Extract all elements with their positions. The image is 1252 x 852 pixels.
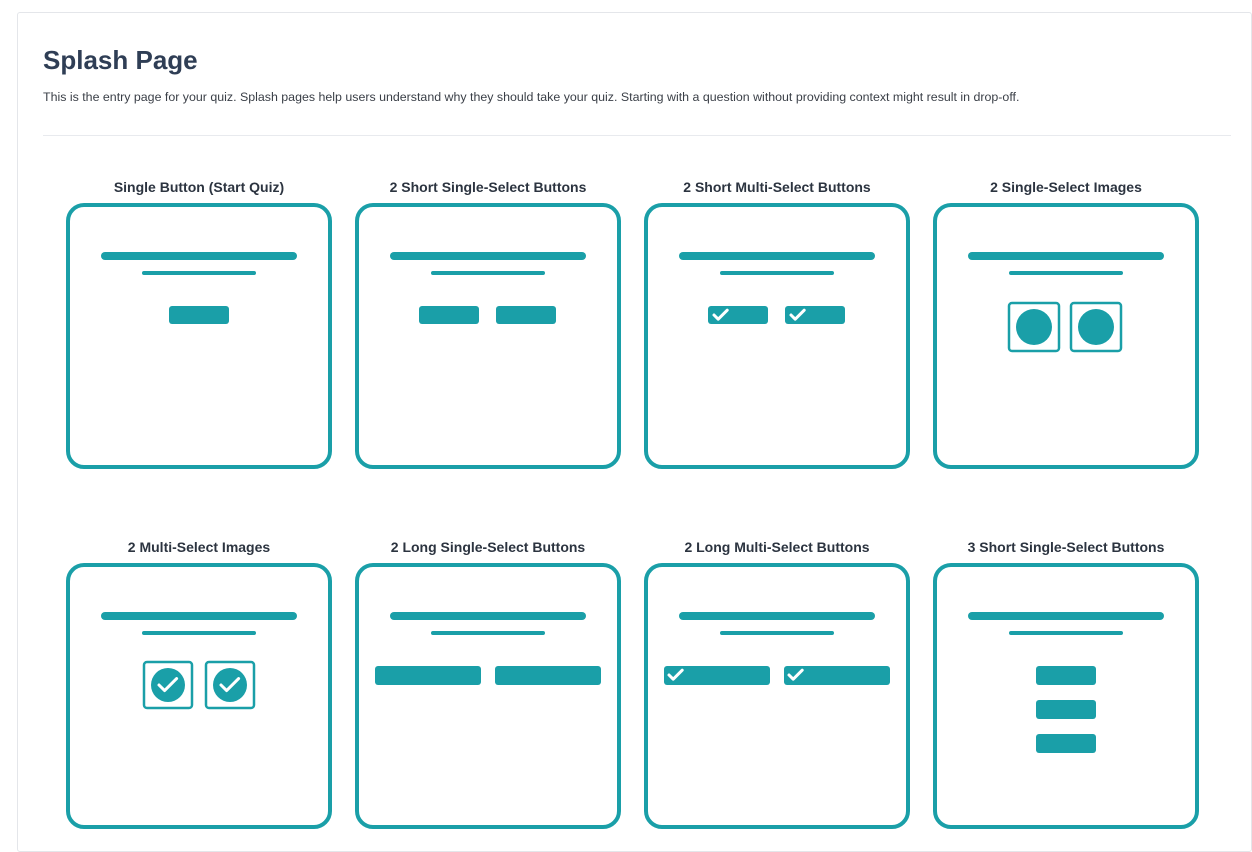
subtitle-bar — [142, 271, 256, 275]
option-button — [1036, 666, 1096, 685]
layout-option-title: 2 Short Multi-Select Buttons — [683, 179, 871, 195]
page-description: This is the entry page for your quiz. Sp… — [43, 90, 1020, 104]
title-bar — [679, 612, 875, 620]
preview-frame — [644, 203, 910, 469]
divider — [43, 135, 1231, 136]
page-title: Splash Page — [43, 45, 198, 75]
title-bar — [390, 252, 586, 260]
option-button — [1036, 734, 1096, 753]
option-button — [785, 306, 845, 324]
single-button-layout-icon[interactable] — [66, 203, 332, 469]
title-bar — [101, 612, 297, 620]
subtitle-bar — [1009, 631, 1123, 635]
title-bar — [679, 252, 875, 260]
two-long-check-buttons-layout-icon[interactable] — [644, 563, 910, 829]
option-button — [1036, 700, 1096, 719]
preview-frame — [66, 203, 332, 469]
two-short-check-buttons-layout-icon[interactable] — [644, 203, 910, 469]
layout-option-title: 2 Long Single-Select Buttons — [390, 539, 586, 555]
check-circle-icon — [213, 668, 247, 702]
subtitle-bar — [720, 631, 834, 635]
layout-option-title: 3 Short Single-Select Buttons — [967, 539, 1165, 555]
layout-option-title: 2 Long Multi-Select Buttons — [684, 539, 870, 555]
option-button — [784, 666, 890, 685]
preview-frame — [355, 203, 621, 469]
option-button — [708, 306, 768, 324]
option-button — [419, 306, 479, 324]
layout-option-title: 2 Single-Select Images — [990, 179, 1142, 195]
three-short-buttons-layout-icon[interactable] — [933, 563, 1199, 829]
subtitle-bar — [431, 271, 545, 275]
title-bar — [101, 252, 297, 260]
subtitle-bar — [431, 631, 545, 635]
layout-option-title: 2 Short Single-Select Buttons — [389, 179, 587, 195]
two-long-buttons-layout-icon[interactable] — [355, 563, 621, 829]
start-button — [169, 306, 229, 324]
two-check-images-layout-icon[interactable] — [66, 563, 332, 829]
preview-frame — [933, 563, 1199, 829]
option-button — [375, 666, 481, 685]
preview-frame — [644, 563, 910, 829]
layout-option-title: Single Button (Start Quiz) — [113, 179, 285, 195]
preview-frame — [66, 563, 332, 829]
two-images-layout-icon[interactable] — [933, 203, 1199, 469]
image-placeholder — [1016, 309, 1052, 345]
title-bar — [390, 612, 586, 620]
subtitle-bar — [720, 271, 834, 275]
layout-option-title: 2 Multi-Select Images — [127, 539, 271, 555]
check-circle-icon — [151, 668, 185, 702]
option-button — [495, 666, 601, 685]
two-short-buttons-layout-icon[interactable] — [355, 203, 621, 469]
title-bar — [968, 612, 1164, 620]
preview-frame — [933, 203, 1199, 469]
subtitle-bar — [1009, 271, 1123, 275]
preview-frame — [355, 563, 621, 829]
option-button — [664, 666, 770, 685]
subtitle-bar — [142, 631, 256, 635]
title-bar — [968, 252, 1164, 260]
image-placeholder — [1078, 309, 1114, 345]
option-button — [496, 306, 556, 324]
